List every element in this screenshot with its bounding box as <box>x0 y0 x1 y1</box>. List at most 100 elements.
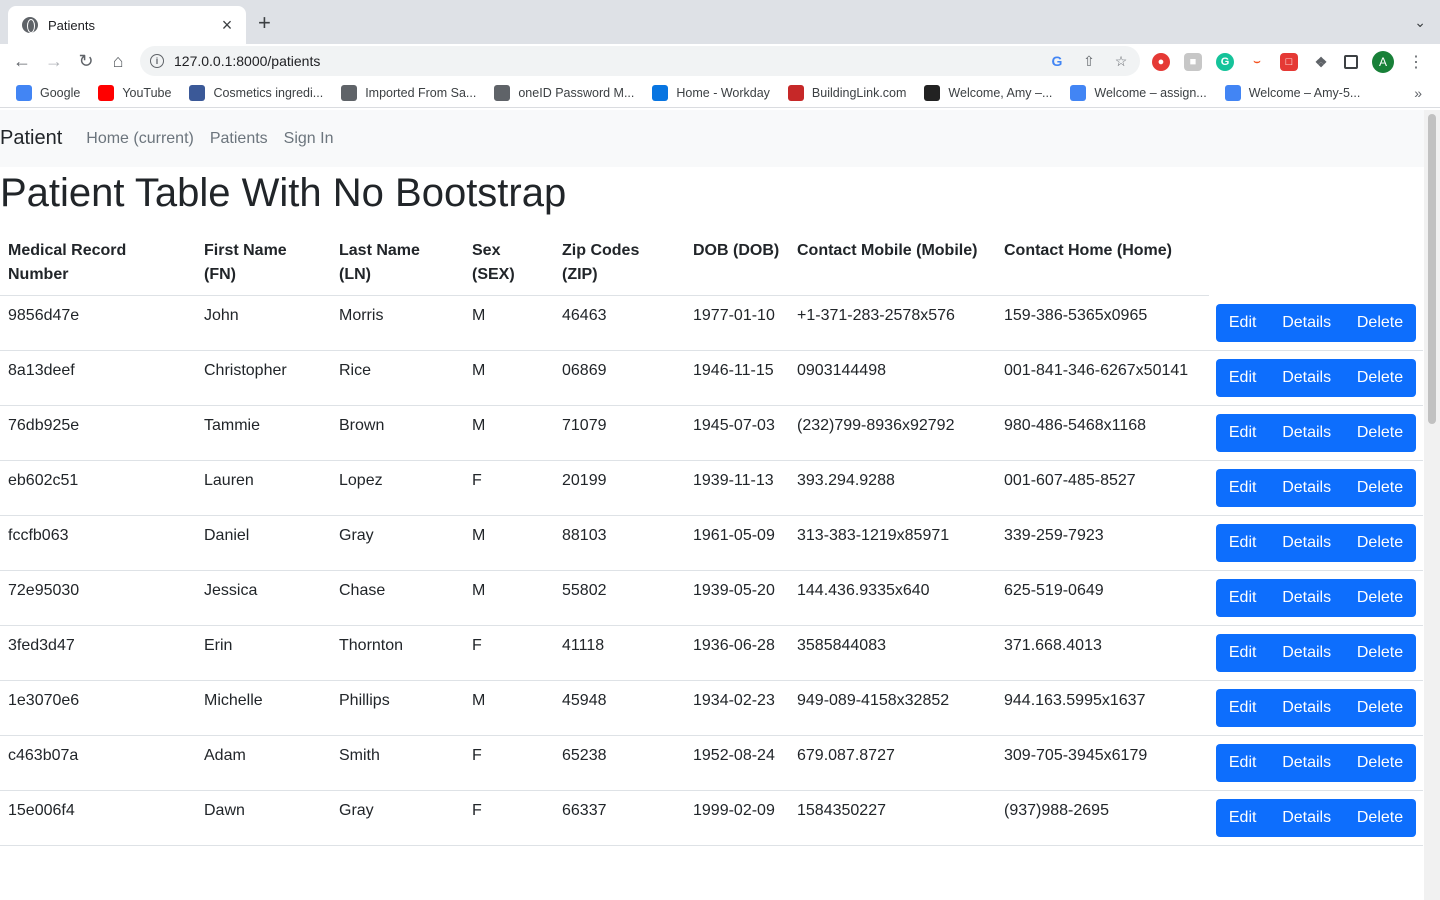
bookmark-item[interactable]: Welcome, Amy –... <box>924 84 1052 101</box>
delete-button[interactable]: Delete <box>1351 799 1409 837</box>
delete-button[interactable]: Delete <box>1351 579 1409 617</box>
profile-avatar[interactable]: A <box>1372 51 1394 73</box>
bookmarks-bar: Google YouTube Cosmetics ingredi... Importe… <box>0 78 1440 108</box>
cell-actions: Edit Details Delete <box>1209 295 1423 351</box>
edit-button[interactable]: Edit <box>1223 414 1263 452</box>
cell-mrn: c463b07a <box>0 735 196 791</box>
cell-mobile: 313-383-1219x85971 <box>789 515 996 571</box>
edit-button[interactable]: Edit <box>1223 634 1263 672</box>
details-button[interactable]: Details <box>1276 524 1337 562</box>
puzzle-extensions-icon[interactable]: ❖ <box>1312 53 1330 71</box>
cell-first-name: Lauren <box>196 460 331 516</box>
home-icon[interactable]: ⌂ <box>102 47 134 75</box>
bookmark-item[interactable]: Welcome – assign... <box>1070 84 1207 101</box>
details-button[interactable]: Details <box>1276 579 1337 617</box>
page-scrollbar[interactable] <box>1424 110 1440 900</box>
adblock-extension-icon[interactable]: ● <box>1152 53 1170 71</box>
delete-button[interactable]: Delete <box>1351 469 1409 507</box>
delete-button[interactable]: Delete <box>1351 359 1409 397</box>
edit-button[interactable]: Edit <box>1223 359 1263 397</box>
browser-tab[interactable]: Patients × <box>8 6 246 44</box>
cell-zip: 45948 <box>554 680 685 736</box>
cell-home: 001-607-485-8527 <box>996 460 1209 516</box>
scrollbar-thumb[interactable] <box>1428 114 1436 424</box>
buildinglink-icon <box>787 84 804 101</box>
cell-actions: Edit Details Delete <box>1209 625 1423 681</box>
edit-button[interactable]: Edit <box>1223 469 1263 507</box>
details-button[interactable]: Details <box>1276 744 1337 782</box>
details-button[interactable]: Details <box>1276 304 1337 342</box>
google-translate-icon[interactable]: G <box>1048 52 1066 70</box>
bookmark-label: oneID Password M... <box>518 85 635 100</box>
table-row: 76db925e Tammie Brown M 71079 1945-07-03 (232)… <box>0 405 1423 461</box>
delete-button[interactable]: Delete <box>1351 634 1409 672</box>
more-bookmarks-icon[interactable]: » <box>1414 85 1422 101</box>
cell-mobile: 144.436.9335x640 <box>789 570 996 626</box>
bookmark-star-icon[interactable]: ☆ <box>1112 52 1130 70</box>
details-button[interactable]: Details <box>1276 414 1337 452</box>
details-button[interactable]: Details <box>1276 359 1337 397</box>
cell-last-name: Chase <box>331 570 464 626</box>
bookmark-item[interactable]: oneID Password M... <box>494 84 635 101</box>
new-tab-button[interactable]: + <box>258 12 271 34</box>
header-home: Contact Home (Home) <box>996 231 1209 296</box>
site-info-icon[interactable]: i <box>150 54 164 68</box>
delete-button[interactable]: Delete <box>1351 524 1409 562</box>
bookmark-item[interactable]: Welcome – Amy-5... <box>1224 84 1361 101</box>
edit-button[interactable]: Edit <box>1223 579 1263 617</box>
details-button[interactable]: Details <box>1276 689 1337 727</box>
cell-home: (937)988-2695 <box>996 790 1209 846</box>
header-last-name: Last Name (LN) <box>331 231 464 296</box>
rainbow-extension-icon[interactable]: ⌣ <box>1248 53 1266 71</box>
edit-button[interactable]: Edit <box>1223 304 1263 342</box>
share-icon[interactable]: ⇧ <box>1080 52 1098 70</box>
close-tab-icon[interactable]: × <box>218 16 236 34</box>
reload-icon[interactable]: ↻ <box>70 47 102 75</box>
table-row: 1e3070e6 Michelle Phillips M 45948 1934-02-23… <box>0 680 1423 736</box>
action-button-group: Edit Details Delete <box>1216 578 1416 617</box>
bookmark-item[interactable]: Imported From Sa... <box>341 84 476 101</box>
bookmark-item[interactable]: Home - Workday <box>652 84 770 101</box>
edit-button[interactable]: Edit <box>1223 524 1263 562</box>
delete-button[interactable]: Delete <box>1351 414 1409 452</box>
forward-arrow-icon[interactable]: → <box>38 47 70 75</box>
nav-link-home[interactable]: Home (current) <box>86 130 194 148</box>
delete-button[interactable]: Delete <box>1351 304 1409 342</box>
edit-button[interactable]: Edit <box>1223 744 1263 782</box>
details-button[interactable]: Details <box>1276 799 1337 837</box>
cell-mrn: eb602c51 <box>0 460 196 516</box>
extension-icon[interactable]: ■ <box>1184 53 1202 71</box>
grammarly-icon[interactable]: G <box>1216 53 1234 71</box>
cell-zip: 41118 <box>554 625 685 681</box>
cell-first-name: Dawn <box>196 790 331 846</box>
browser-menu-icon[interactable]: ⋮ <box>1408 52 1424 72</box>
bookmark-label: Welcome – Amy-5... <box>1248 85 1361 100</box>
bookmark-item[interactable]: BuildingLink.com <box>787 84 906 101</box>
bookmark-item[interactable]: Cosmetics ingredi... <box>189 84 323 101</box>
details-button[interactable]: Details <box>1276 634 1337 672</box>
header-zip: Zip Codes (ZIP) <box>554 231 685 296</box>
cell-zip: 88103 <box>554 515 685 571</box>
edit-button[interactable]: Edit <box>1223 799 1263 837</box>
bookmark-item[interactable]: YouTube <box>98 84 171 101</box>
edit-button[interactable]: Edit <box>1223 689 1263 727</box>
blackboard-icon <box>924 84 941 101</box>
delete-button[interactable]: Delete <box>1351 689 1409 727</box>
back-arrow-icon[interactable]: ← <box>6 47 38 75</box>
action-button-group: Edit Details Delete <box>1216 303 1416 342</box>
nav-link-sign-in[interactable]: Sign In <box>284 130 334 148</box>
navbar-brand[interactable]: Patient <box>0 127 62 150</box>
side-panel-icon[interactable] <box>1344 55 1358 69</box>
red-extension-icon[interactable]: □ <box>1280 53 1298 71</box>
cell-first-name: Daniel <box>196 515 331 571</box>
cell-mrn: 9856d47e <box>0 295 196 351</box>
bookmark-item[interactable]: Google <box>16 84 80 101</box>
nav-link-patients[interactable]: Patients <box>210 130 268 148</box>
address-bar[interactable]: i 127.0.0.1:8000/patients G ⇧ ☆ <box>140 46 1140 76</box>
details-button[interactable]: Details <box>1276 469 1337 507</box>
tab-search-chevron-icon[interactable]: ⌄ <box>1414 14 1426 31</box>
cell-dob: 1945-07-03 <box>685 405 789 461</box>
cell-last-name: Lopez <box>331 460 464 516</box>
cell-home: 159-386-5365x0965 <box>996 295 1209 351</box>
delete-button[interactable]: Delete <box>1351 744 1409 782</box>
